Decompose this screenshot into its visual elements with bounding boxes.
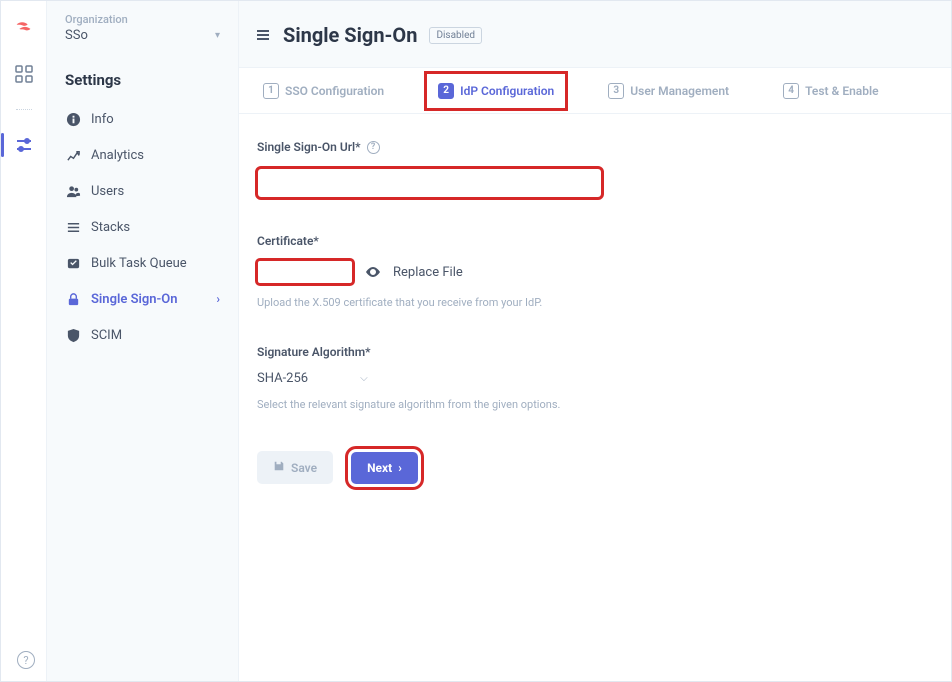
app-logo — [13, 17, 35, 39]
algorithm-value: SHA-256 — [257, 371, 308, 386]
action-row: Save Next › — [257, 451, 841, 484]
tab-row: 1 SSO Configuration 2 IdP Configuration … — [239, 68, 951, 114]
save-label: Save — [291, 461, 317, 475]
algorithm-label: Signature Algorithm* — [257, 345, 841, 359]
sidebar-item-sso[interactable]: Single Sign-On › — [53, 281, 232, 317]
org-selector[interactable]: Organization SSo ▾ — [47, 1, 238, 51]
form-area: Single Sign-On Url* ? Certificate* Repla… — [239, 114, 859, 510]
tab-number: 3 — [608, 83, 624, 99]
tab-label: Test & Enable — [805, 84, 878, 98]
hamburger-icon[interactable] — [255, 27, 271, 43]
help-floating-icon[interactable]: ? — [17, 651, 35, 669]
tab-number: 1 — [263, 83, 279, 99]
main-content: Single Sign-On Disabled 1 SSO Configurat… — [239, 1, 951, 681]
nav-list: Info Analytics Users Stacks Bulk Task Qu… — [47, 101, 238, 353]
certificate-help: Upload the X.509 certificate that you re… — [257, 296, 841, 309]
algorithm-help: Select the relevant signature algorithm … — [257, 398, 841, 411]
analytics-icon — [65, 147, 81, 163]
sidebar-item-label: Users — [91, 184, 220, 199]
sidebar: Organization SSo ▾ Settings Info Analyti… — [47, 1, 239, 681]
settings-heading: Settings — [47, 51, 238, 101]
replace-file-link[interactable]: Replace File — [393, 265, 463, 280]
url-label: Single Sign-On Url* ? — [257, 140, 841, 154]
sidebar-item-label: SCIM — [91, 328, 220, 343]
tab-label: User Management — [630, 84, 729, 98]
page-title: Single Sign-On — [283, 23, 417, 47]
tab-test-enable[interactable]: 4 Test & Enable — [777, 83, 884, 99]
status-badge: Disabled — [429, 27, 482, 44]
sidebar-item-bulk-queue[interactable]: Bulk Task Queue — [53, 245, 232, 281]
queue-icon — [65, 255, 81, 271]
chevron-right-icon: › — [398, 461, 402, 475]
sidebar-item-label: Single Sign-On — [91, 292, 206, 307]
info-icon — [65, 111, 81, 127]
tab-user-mgmt[interactable]: 3 User Management — [602, 83, 735, 99]
tab-label: IdP Configuration — [460, 84, 554, 98]
shield-icon — [65, 327, 81, 343]
algorithm-select[interactable]: SHA-256 ⌵ — [257, 371, 368, 386]
certificate-label: Certificate* — [257, 234, 841, 248]
users-icon — [65, 183, 81, 199]
org-name: SSo — [65, 28, 88, 43]
sidebar-item-users[interactable]: Users — [53, 173, 232, 209]
next-button[interactable]: Next › — [351, 452, 418, 484]
chevron-right-icon: › — [216, 292, 220, 306]
lock-icon — [65, 291, 81, 307]
page-header: Single Sign-On Disabled — [239, 1, 951, 68]
sidebar-item-label: Stacks — [91, 220, 220, 235]
tab-sso-config[interactable]: 1 SSO Configuration — [257, 83, 390, 99]
settings-sliders-icon[interactable] — [15, 136, 33, 154]
tab-idp-config[interactable]: 2 IdP Configuration — [432, 83, 560, 99]
org-label: Organization — [65, 13, 220, 26]
tab-number: 4 — [783, 83, 799, 99]
sidebar-item-label: Info — [91, 112, 220, 127]
eye-icon[interactable] — [365, 264, 381, 280]
tab-number: 2 — [438, 83, 454, 99]
sidebar-item-info[interactable]: Info — [53, 101, 232, 137]
stacks-icon — [65, 219, 81, 235]
save-icon — [273, 460, 285, 475]
certificate-file-box[interactable] — [257, 260, 353, 284]
help-icon[interactable]: ? — [367, 141, 380, 154]
next-label: Next — [367, 461, 392, 475]
chevron-down-icon: ⌵ — [360, 373, 368, 384]
sidebar-item-label: Bulk Task Queue — [91, 256, 220, 271]
dashboard-icon[interactable] — [15, 65, 33, 83]
sidebar-item-label: Analytics — [91, 148, 220, 163]
sidebar-item-stacks[interactable]: Stacks — [53, 209, 232, 245]
sidebar-item-scim[interactable]: SCIM — [53, 317, 232, 353]
sso-url-input[interactable] — [257, 168, 602, 198]
sidebar-item-analytics[interactable]: Analytics — [53, 137, 232, 173]
tab-label: SSO Configuration — [285, 84, 384, 98]
save-button[interactable]: Save — [257, 451, 333, 484]
chevron-down-icon: ▾ — [215, 30, 220, 41]
icon-rail — [1, 1, 47, 681]
